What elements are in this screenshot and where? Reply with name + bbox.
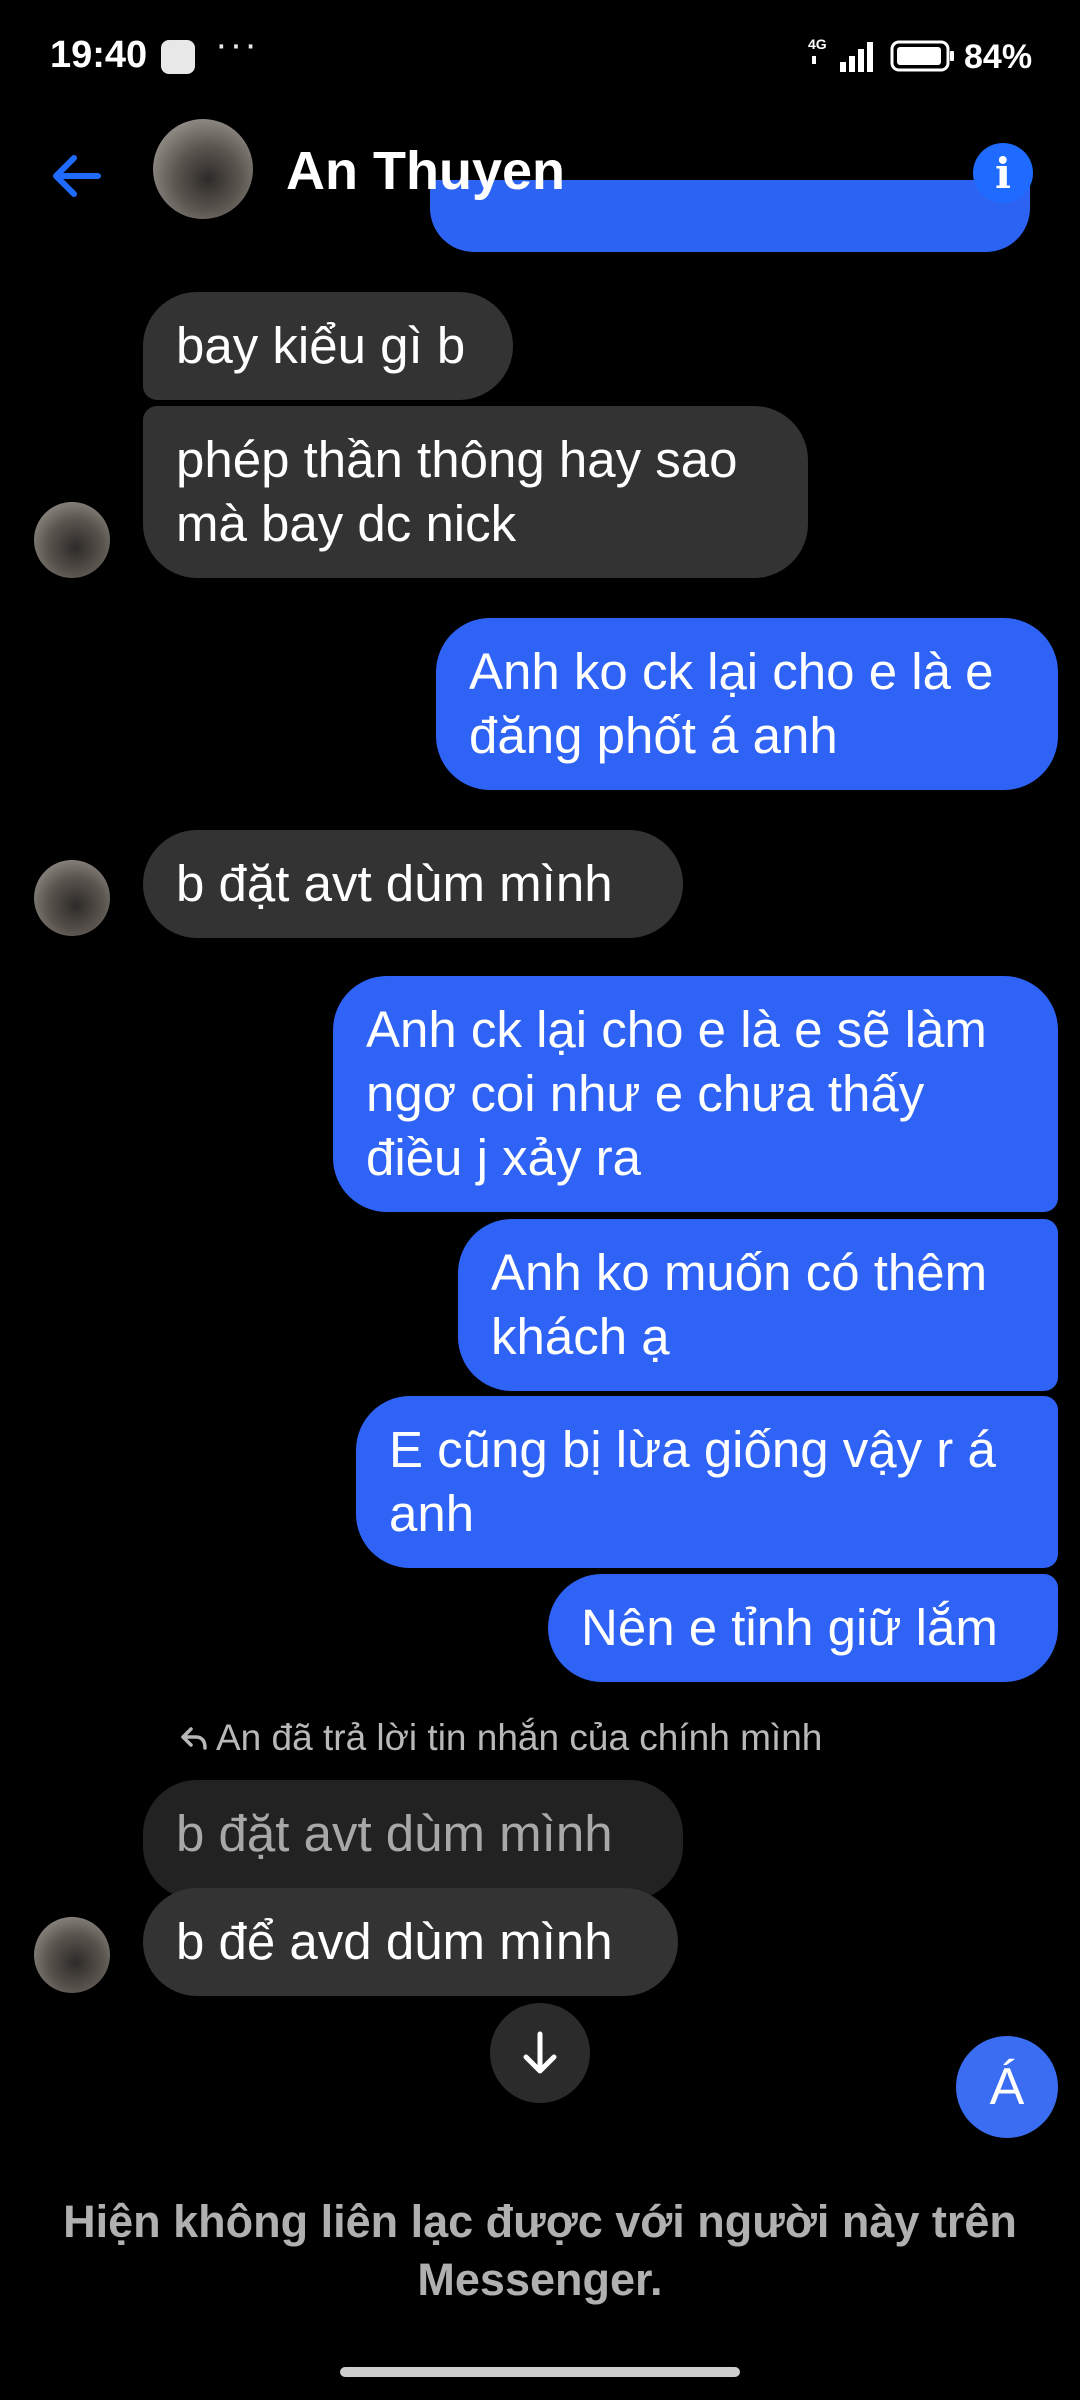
status-bar: 19:40 ··· 4G 84%	[0, 0, 1080, 115]
notification-icon	[161, 40, 195, 74]
battery-icon	[890, 40, 954, 72]
message-bubble-outgoing[interactable]: Anh ck lại cho e là e sẽ làm ngơ coi như…	[333, 976, 1058, 1212]
message-bubble-incoming[interactable]: phép thần thông hay sao mà bay dc nick	[143, 406, 808, 578]
network-signal-icon: 4G	[808, 36, 873, 72]
message-bubble-outgoing[interactable]: E cũng bị lừa giống vậy r á anh	[356, 1396, 1058, 1568]
network-type: 4G	[808, 36, 827, 52]
arrow-down-icon	[523, 2031, 557, 2074]
message-bubble-outgoing[interactable]: Anh ko ck lại cho e là e đăng phốt á anh	[436, 618, 1058, 790]
reply-note-text: An đã trả lời tin nhắn của chính mình	[216, 1717, 823, 1758]
status-time: 19:40	[50, 34, 148, 76]
chat-header: An Thuyen i	[0, 115, 1080, 240]
home-indicator[interactable]	[340, 2367, 740, 2377]
contact-name[interactable]: An Thuyen	[286, 140, 565, 202]
scroll-to-bottom-button[interactable]	[490, 2003, 590, 2103]
battery-percentage: 84%	[964, 38, 1033, 76]
contact-avatar-small[interactable]	[34, 502, 110, 578]
message-bubble-incoming[interactable]: b để avd dùm mình	[143, 1888, 678, 1996]
contact-avatar-small[interactable]	[34, 860, 110, 936]
quick-reaction-label: Á	[989, 2058, 1025, 2116]
message-bubble-outgoing[interactable]: Anh ko muốn có thêm khách ạ	[458, 1219, 1058, 1391]
message-bubble-incoming[interactable]: bay kiểu gì b	[143, 292, 513, 400]
more-notifications-icon: ···	[215, 24, 259, 66]
back-arrow-icon[interactable]	[42, 141, 112, 211]
contact-avatar[interactable]	[153, 119, 253, 219]
reply-note: An đã trả lời tin nhắn của chính mình	[180, 1717, 822, 1759]
quoted-message-bubble[interactable]: b đặt avt dùm mình	[143, 1780, 683, 1900]
quick-reaction-button[interactable]: Á	[956, 2036, 1058, 2138]
unavailable-notice: Hiện không liên lạc được với người này t…	[63, 2196, 1017, 2305]
reply-arrow-icon	[181, 1727, 207, 1750]
message-bubble-outgoing[interactable]: Nên e tỉnh giữ lắm	[548, 1574, 1058, 1682]
message-bubble-incoming[interactable]: b đặt avt dùm mình	[143, 830, 683, 938]
info-icon[interactable]: i	[973, 143, 1033, 203]
contact-avatar-small[interactable]	[34, 1917, 110, 1993]
